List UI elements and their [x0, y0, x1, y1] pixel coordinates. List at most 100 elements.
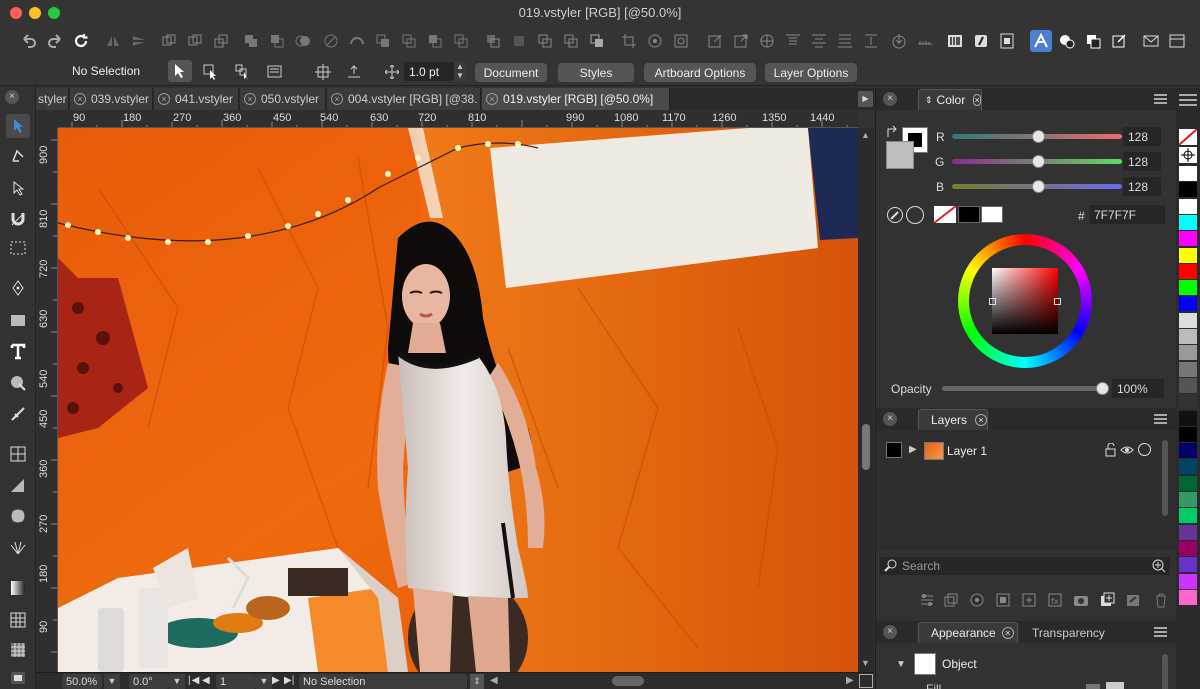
direct-select-icon[interactable]	[200, 61, 222, 83]
panel-toggle-icon[interactable]	[1166, 30, 1188, 52]
eyedropper-icon[interactable]	[886, 206, 904, 224]
styles-button[interactable]: Styles	[558, 63, 634, 82]
hex-input[interactable]: 7F7F7F	[1090, 205, 1165, 224]
last-page-icon[interactable]: ▶|	[284, 675, 294, 686]
close-panel-icon[interactable]: ×	[883, 92, 897, 106]
fit-window-icon[interactable]	[859, 674, 873, 688]
tab-layers[interactable]: Layers ×	[918, 409, 988, 430]
group-icon[interactable]	[482, 30, 504, 52]
vector-styler-icon[interactable]	[1030, 30, 1052, 52]
layer-options-icon[interactable]	[918, 591, 936, 609]
target-circle-icon[interactable]	[1138, 443, 1151, 456]
black-swatch[interactable]	[958, 206, 980, 223]
document-button[interactable]: Document	[475, 63, 547, 82]
gradient-mesh-icon[interactable]	[6, 442, 30, 466]
close-panel-icon[interactable]: ×	[883, 625, 897, 639]
direct-selection-tool-icon[interactable]	[6, 144, 30, 168]
color-swatch[interactable]	[1179, 426, 1197, 442]
globe-icon[interactable]	[756, 30, 778, 52]
transform-icon[interactable]	[312, 61, 334, 83]
shape-builder-icon[interactable]	[6, 371, 30, 395]
magnet-tool-icon[interactable]	[6, 206, 30, 230]
color-swatch[interactable]	[1179, 231, 1197, 247]
align-center-icon[interactable]	[184, 30, 206, 52]
blob-tool-icon[interactable]	[6, 504, 30, 528]
color-swatch[interactable]	[1179, 263, 1197, 279]
color-swatch[interactable]	[1179, 198, 1197, 214]
artboard-canvas[interactable]	[58, 128, 858, 672]
fill-swatch[interactable]	[886, 141, 914, 169]
color-swatch[interactable]	[1179, 459, 1197, 475]
layer-name[interactable]: Layer 1	[947, 444, 987, 458]
scroll-right-icon[interactable]: ▶	[846, 675, 854, 686]
selection-tool-icon[interactable]	[6, 114, 30, 138]
fan-tool-icon[interactable]	[6, 536, 30, 560]
download-icon[interactable]	[888, 30, 910, 52]
select-arrow-icon[interactable]	[168, 60, 192, 82]
duplicate-layer-icon[interactable]	[942, 591, 960, 609]
none-color-circle-icon[interactable]	[906, 206, 924, 224]
flip-vertical-icon[interactable]	[128, 30, 150, 52]
effects-icon[interactable]: fx	[1046, 591, 1064, 609]
tabs-overflow-icon[interactable]: ▶	[858, 91, 873, 107]
white-swatch[interactable]	[981, 206, 1003, 223]
red-value-input[interactable]: 128	[1123, 127, 1161, 146]
blue-slider-knob[interactable]	[1032, 180, 1045, 193]
appearance-scrollbar[interactable]	[1162, 654, 1168, 689]
tab-close-icon[interactable]: ×	[975, 414, 987, 426]
align-middle-icon[interactable]	[808, 30, 830, 52]
add-layer-icon[interactable]	[1098, 591, 1116, 609]
ungroup-icon[interactable]	[508, 30, 530, 52]
tab-document[interactable]: × 039.vstyler	[70, 88, 153, 110]
pathfinder-unite-icon[interactable]	[240, 30, 262, 52]
tab-document[interactable]: × 041.vstyler	[154, 88, 239, 110]
fill-gradient-icon[interactable]	[6, 576, 30, 600]
layers-search-field[interactable]: Search	[880, 557, 1170, 575]
camera-icon[interactable]	[1072, 591, 1090, 609]
tab-close-icon[interactable]: ×	[1001, 627, 1014, 639]
close-panel-icon[interactable]: ×	[883, 412, 897, 426]
pathfinder-outline-icon[interactable]	[450, 30, 472, 52]
pathfinder-divide-icon[interactable]	[346, 30, 368, 52]
color-swatch[interactable]	[1179, 329, 1197, 344]
horizontal-scroll-thumb[interactable]	[612, 676, 644, 686]
tab-transparency[interactable]: Transparency	[1032, 626, 1105, 640]
ruler-icon[interactable]	[914, 30, 936, 52]
blue-value-input[interactable]: 128	[1123, 177, 1161, 196]
align-bottom-icon[interactable]	[834, 30, 856, 52]
rectangle-tool-icon[interactable]	[6, 308, 30, 332]
align-top-icon[interactable]	[782, 30, 804, 52]
registration-color-swatch[interactable]	[1179, 147, 1197, 163]
distribute-icon[interactable]	[860, 30, 882, 52]
green-value-input[interactable]: 128	[1123, 152, 1161, 171]
align-right-icon[interactable]	[210, 30, 232, 52]
color-swatch[interactable]	[1179, 557, 1197, 573]
color-swatch[interactable]	[1179, 508, 1197, 524]
color-swatch[interactable]	[1179, 524, 1197, 540]
unlock-icon[interactable]	[1104, 442, 1118, 457]
scroll-up-icon[interactable]: ▲	[861, 130, 870, 140]
bring-front-icon[interactable]	[534, 30, 556, 52]
vertical-scrollbar[interactable]: ▲ ▼	[858, 128, 874, 672]
pen-tool-icon[interactable]	[6, 276, 30, 300]
gradient-tool-icon[interactable]	[6, 474, 30, 498]
pathfinder-intersect-icon[interactable]	[292, 30, 314, 52]
prev-page-icon[interactable]: ◀	[202, 675, 210, 686]
send-back-icon[interactable]	[560, 30, 582, 52]
color-wheel[interactable]	[958, 234, 1092, 368]
lock-icon[interactable]	[644, 30, 666, 52]
color-swatch[interactable]	[1179, 410, 1197, 426]
rotation-input[interactable]: 0.0°	[129, 674, 169, 689]
export-icon[interactable]	[730, 30, 752, 52]
hue-marker[interactable]	[1054, 298, 1061, 305]
color-swatch[interactable]	[1179, 443, 1197, 459]
export-layer-icon[interactable]	[1124, 591, 1142, 609]
color-swatch[interactable]	[1179, 345, 1197, 361]
tab-close-icon[interactable]: ×	[74, 93, 86, 105]
color-swatch[interactable]	[1179, 377, 1197, 393]
first-page-icon[interactable]: |◀	[188, 675, 200, 686]
page-dropdown-icon[interactable]: ▼	[256, 674, 272, 689]
artboard-select-icon[interactable]	[264, 61, 286, 83]
pathfinder-exclude-icon[interactable]	[320, 30, 342, 52]
tab-document[interactable]: × 050.vstyler	[240, 88, 326, 110]
